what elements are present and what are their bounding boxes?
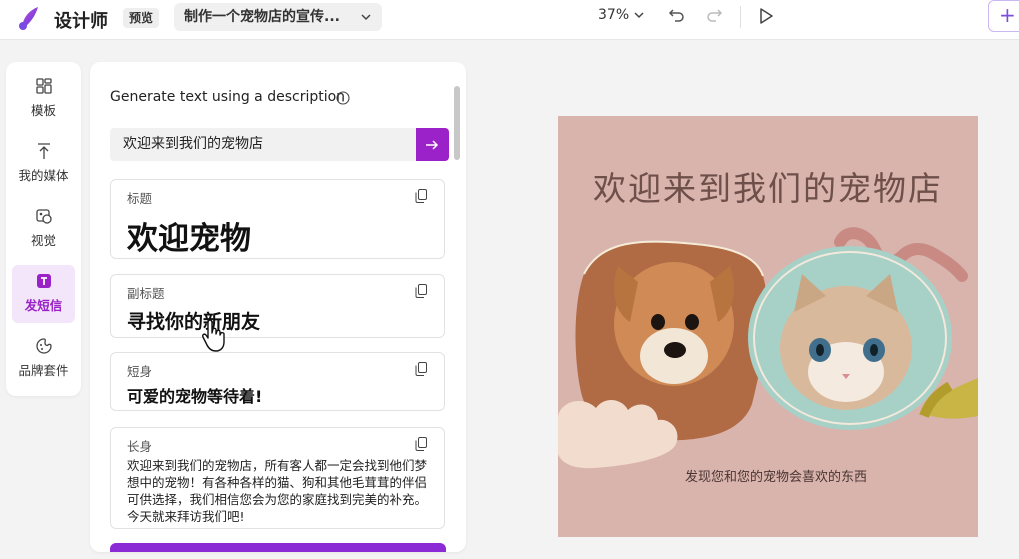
nav-label-my-media: 我的媒体 [18, 168, 69, 183]
card-text: 欢迎来到我们的宠物店，所有客人都一定会找到他们梦想中的宠物！有各种各样的猫、狗和… [127, 458, 428, 524]
nav-item-visual[interactable]: 视觉 [12, 200, 75, 258]
nav-label-templates: 模板 [30, 103, 56, 118]
card-label: 副标题 [127, 286, 165, 301]
toolbar-divider [740, 6, 741, 28]
top-bar: 设计师 预览 制作一个宠物店的宣传... 37% + [0, 0, 1019, 40]
panel-action-button[interactable] [110, 543, 446, 552]
document-title-dropdown[interactable]: 制作一个宠物店的宣传... [174, 3, 382, 31]
title-card[interactable]: 标题 欢迎宠物 [110, 179, 445, 259]
card-text: 欢迎宠物 [127, 221, 251, 257]
panel-heading: Generate text using a description [110, 89, 346, 105]
copy-icon[interactable] [415, 437, 428, 451]
long-body-card[interactable]: 长身 欢迎来到我们的宠物店，所有客人都一定会找到他们梦想中的宠物！有各种各样的猫… [110, 427, 445, 529]
nav-item-templates[interactable]: 模板 [12, 70, 75, 128]
design-subtitle[interactable]: 发现您和您的宠物会喜欢的东西 [558, 466, 978, 485]
copy-icon[interactable] [415, 284, 428, 298]
text-generation-panel: Generate text using a description 欢迎来到我们… [90, 62, 466, 552]
card-text: 寻找你的新朋友 [127, 311, 261, 333]
preview-badge: 预览 [123, 8, 160, 28]
description-input[interactable]: 欢迎来到我们的宠物店 [110, 128, 416, 161]
info-icon[interactable] [336, 91, 350, 105]
grid-icon [35, 78, 52, 94]
copy-icon[interactable] [415, 362, 428, 376]
document-title: 制作一个宠物店的宣传... [184, 9, 340, 25]
panel-scrollbar[interactable] [454, 86, 460, 160]
zoom-level[interactable]: 37% [598, 7, 629, 23]
nav-item-my-media[interactable]: 我的媒体 [12, 135, 75, 193]
text-icon [36, 274, 51, 288]
nav-label-visual: 视觉 [30, 233, 56, 248]
nav-label-brand-kit: 品牌套件 [18, 363, 69, 378]
visual-icon [35, 209, 52, 224]
designer-logo-icon[interactable] [16, 4, 44, 32]
design-title[interactable]: 欢迎来到我们的宠物店 [558, 162, 978, 210]
upload-icon [37, 143, 50, 159]
zoom-chevron-down-icon[interactable] [633, 9, 645, 21]
left-nav: 模板 我的媒体 视觉 发短信 品牌套件 [6, 62, 81, 396]
add-button[interactable]: + [988, 0, 1019, 32]
copy-icon[interactable] [415, 189, 428, 203]
nav-item-brand-kit[interactable]: 品牌套件 [12, 330, 75, 388]
redo-icon[interactable] [705, 6, 723, 24]
hand-cursor-icon [202, 319, 225, 352]
nav-label-text: 发短信 [24, 298, 63, 313]
generate-button[interactable] [416, 128, 449, 161]
card-label: 短身 [127, 364, 153, 379]
card-label: 长身 [127, 439, 153, 454]
card-label: 标题 [127, 191, 153, 206]
arrow-right-icon [426, 140, 439, 150]
card-text: 可爱的宠物等待着! [127, 387, 263, 406]
short-body-card[interactable]: 短身 可爱的宠物等待着! [110, 352, 445, 411]
subtitle-card[interactable]: 副标题 寻找你的新朋友 [110, 274, 445, 338]
play-icon[interactable] [756, 6, 776, 26]
nav-item-text[interactable]: 发短信 [12, 265, 75, 323]
app-title: 设计师 [54, 11, 108, 32]
chevron-down-icon [361, 14, 371, 21]
design-canvas[interactable]: 欢迎来到我们的宠物店 发现您和您的宠物会喜欢的东西 [558, 116, 978, 537]
brand-kit-icon [35, 338, 52, 354]
undo-icon[interactable] [668, 6, 686, 24]
